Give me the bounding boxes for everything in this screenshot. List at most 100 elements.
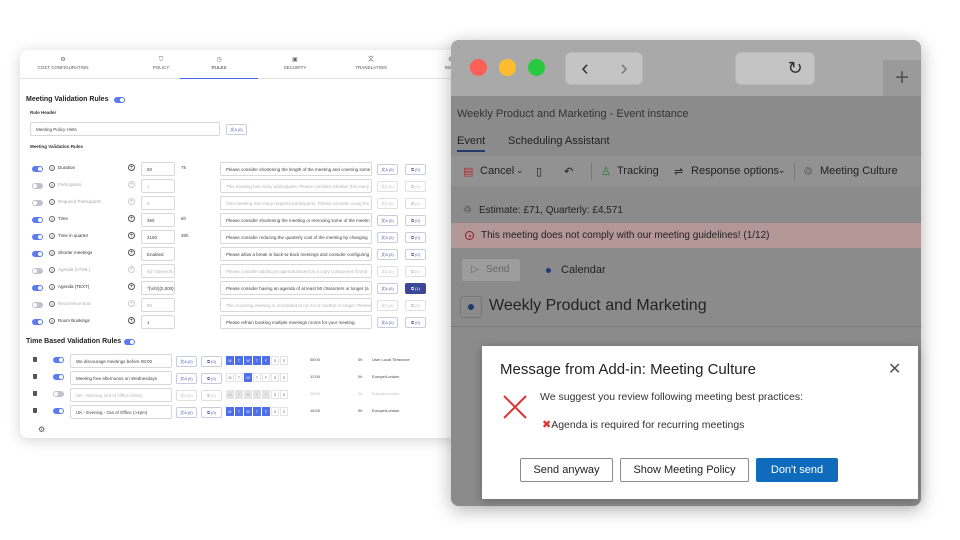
conditions-button[interactable]: ⧉ (0) xyxy=(201,390,222,401)
translate-button[interactable]: 文A (0) xyxy=(377,317,398,328)
day-toggle[interactable]: M xyxy=(226,356,234,365)
rule-value-input[interactable]: 50 xyxy=(141,162,175,176)
translate-button[interactable]: 文A (0) xyxy=(176,356,197,367)
category-icon[interactable] xyxy=(460,296,482,318)
day-toggle[interactable]: F xyxy=(262,407,270,416)
time-rule-toggle[interactable] xyxy=(53,408,64,414)
close-icon[interactable]: ✕ xyxy=(888,359,901,379)
day-toggle[interactable]: S xyxy=(280,390,288,399)
duration-value[interactable]: 0h xyxy=(358,391,362,396)
rule-message-input[interactable]: Please consider shortening the meeting o… xyxy=(220,213,372,227)
show-meeting-policy-button[interactable]: Show Meeting Policy xyxy=(620,458,749,482)
rule-message-input[interactable]: Please allow a break in back-to-back mee… xyxy=(220,247,372,261)
rule-value-input[interactable]: Enabled xyxy=(141,247,175,261)
dont-send-button[interactable]: Don't send xyxy=(756,458,838,482)
rule-toggle[interactable] xyxy=(32,217,43,223)
gear-icon[interactable]: ⚙ xyxy=(38,425,45,434)
time-rule-name-input[interactable]: We discourage meetings before 08:00 xyxy=(70,354,172,368)
day-toggle[interactable]: T xyxy=(253,373,261,382)
translate-button[interactable]: 文A (0) xyxy=(176,407,197,418)
day-toggle[interactable]: S xyxy=(280,356,288,365)
rule-message-input[interactable]: Please consider adding an agenda based o… xyxy=(220,264,372,278)
translate-button[interactable]: 文A (0) xyxy=(377,232,398,243)
tracking-button[interactable]: Tracking xyxy=(617,165,659,177)
rule-value-input[interactable]: ^[\s\S]{0,500}$ xyxy=(141,281,175,295)
add-icon[interactable]: + xyxy=(128,300,135,307)
day-toggle[interactable]: T xyxy=(253,356,261,365)
duration-value[interactable]: 0h xyxy=(358,357,362,362)
conditions-button[interactable]: ⧉ (0) xyxy=(405,198,426,209)
subject-field[interactable]: Weekly Product and Marketing xyxy=(489,297,707,315)
timezone-select[interactable]: Europe/London xyxy=(372,391,399,396)
day-toggle[interactable]: T xyxy=(235,356,243,365)
rule-value-input[interactable]: \b(?:dearsoft.com\/join\/)[\S] xyxy=(141,264,175,278)
add-icon[interactable]: + xyxy=(128,164,135,171)
rule-value-input[interactable]: 5 xyxy=(141,196,175,210)
section-toggle[interactable] xyxy=(114,97,125,103)
day-toggle[interactable]: M xyxy=(226,373,234,382)
maximize-window-button[interactable] xyxy=(528,59,545,76)
rule-value-input[interactable]: 90 xyxy=(141,298,175,312)
conditions-button[interactable]: ⧉ (0) xyxy=(201,407,222,418)
rule-message-input[interactable]: This recurring meeting is scheduled to r… xyxy=(220,298,372,312)
calendar-selector[interactable]: Calendar xyxy=(561,264,606,276)
trash-icon[interactable] xyxy=(33,408,37,413)
cancel-button[interactable]: Cancel xyxy=(480,165,514,177)
conditions-button[interactable]: ⧉ (0) xyxy=(405,317,426,328)
day-toggle[interactable]: F xyxy=(262,390,270,399)
send-anyway-button[interactable]: Send anyway xyxy=(520,458,613,482)
day-toggle[interactable]: T xyxy=(235,373,243,382)
help-icon[interactable]: ? xyxy=(49,182,55,188)
rule-value-input[interactable]: 2160 xyxy=(141,230,175,244)
rule-message-input[interactable]: Please refrain booking multiple meetings… xyxy=(220,315,372,329)
add-icon[interactable]: + xyxy=(128,198,135,205)
rule-toggle[interactable] xyxy=(32,183,43,189)
rule-value-input[interactable]: 1 xyxy=(141,179,175,193)
day-toggle[interactable]: W xyxy=(244,407,252,416)
day-toggle[interactable]: T xyxy=(253,407,261,416)
rule-message-input[interactable]: Your meeting has many required participa… xyxy=(220,196,372,210)
add-icon[interactable]: + xyxy=(128,232,135,239)
day-toggle[interactable]: T xyxy=(253,390,261,399)
response-options-button[interactable]: Response options xyxy=(691,165,779,177)
chevron-down-icon[interactable]: ⌄ xyxy=(516,165,524,176)
add-icon[interactable]: + xyxy=(128,181,135,188)
time-value[interactable]: 12:00 xyxy=(310,374,320,379)
help-icon[interactable]: ? xyxy=(49,165,55,171)
timezone-select[interactable]: Europe/London xyxy=(372,374,399,379)
timezone-select[interactable]: Europe/London xyxy=(372,408,399,413)
day-toggle[interactable]: F xyxy=(262,356,270,365)
help-icon[interactable]: ? xyxy=(49,267,55,273)
timezone-select[interactable]: User Local Timezone xyxy=(372,357,410,362)
help-icon[interactable]: ? xyxy=(49,284,55,290)
tab-translation[interactable]: 文 TRANSLATION xyxy=(332,54,410,78)
add-icon[interactable]: + xyxy=(128,266,135,273)
rule-value-input[interactable]: 1 xyxy=(141,315,175,329)
day-toggle[interactable]: W xyxy=(244,356,252,365)
duration-value[interactable]: 0h xyxy=(358,408,362,413)
day-toggle[interactable]: S xyxy=(280,373,288,382)
day-toggle[interactable]: T xyxy=(235,407,243,416)
translate-button[interactable]: 文A (0) xyxy=(377,215,398,226)
conditions-button[interactable]: ⧉ (0) xyxy=(405,181,426,192)
rule-message-input[interactable]: Please consider shortening the length of… xyxy=(220,162,372,176)
help-icon[interactable]: ? xyxy=(49,301,55,307)
help-icon[interactable]: ? xyxy=(49,216,55,222)
time-value[interactable]: 08:00 xyxy=(310,357,320,362)
add-icon[interactable]: + xyxy=(128,283,135,290)
new-tab-icon[interactable]: + xyxy=(883,60,921,96)
translate-button[interactable]: 文A (0) xyxy=(377,181,398,192)
rule-toggle[interactable] xyxy=(32,166,43,172)
day-toggle[interactable]: S xyxy=(280,407,288,416)
minimize-window-button[interactable] xyxy=(499,59,516,76)
time-rule-toggle[interactable] xyxy=(53,391,64,397)
rule-message-input[interactable]: This meeting has many participants. Plea… xyxy=(220,179,372,193)
trash-icon[interactable] xyxy=(33,391,37,396)
tab-rules[interactable]: ◷ RULES xyxy=(180,54,258,79)
translate-button[interactable]: 文A (0) xyxy=(377,249,398,260)
conditions-button[interactable]: ⧉ (0) xyxy=(405,249,426,260)
rule-toggle[interactable] xyxy=(32,302,43,308)
rule-value-input[interactable]: 360 xyxy=(141,213,175,227)
translate-button[interactable]: 文A (0) xyxy=(377,266,398,277)
day-toggle[interactable]: M xyxy=(226,390,234,399)
